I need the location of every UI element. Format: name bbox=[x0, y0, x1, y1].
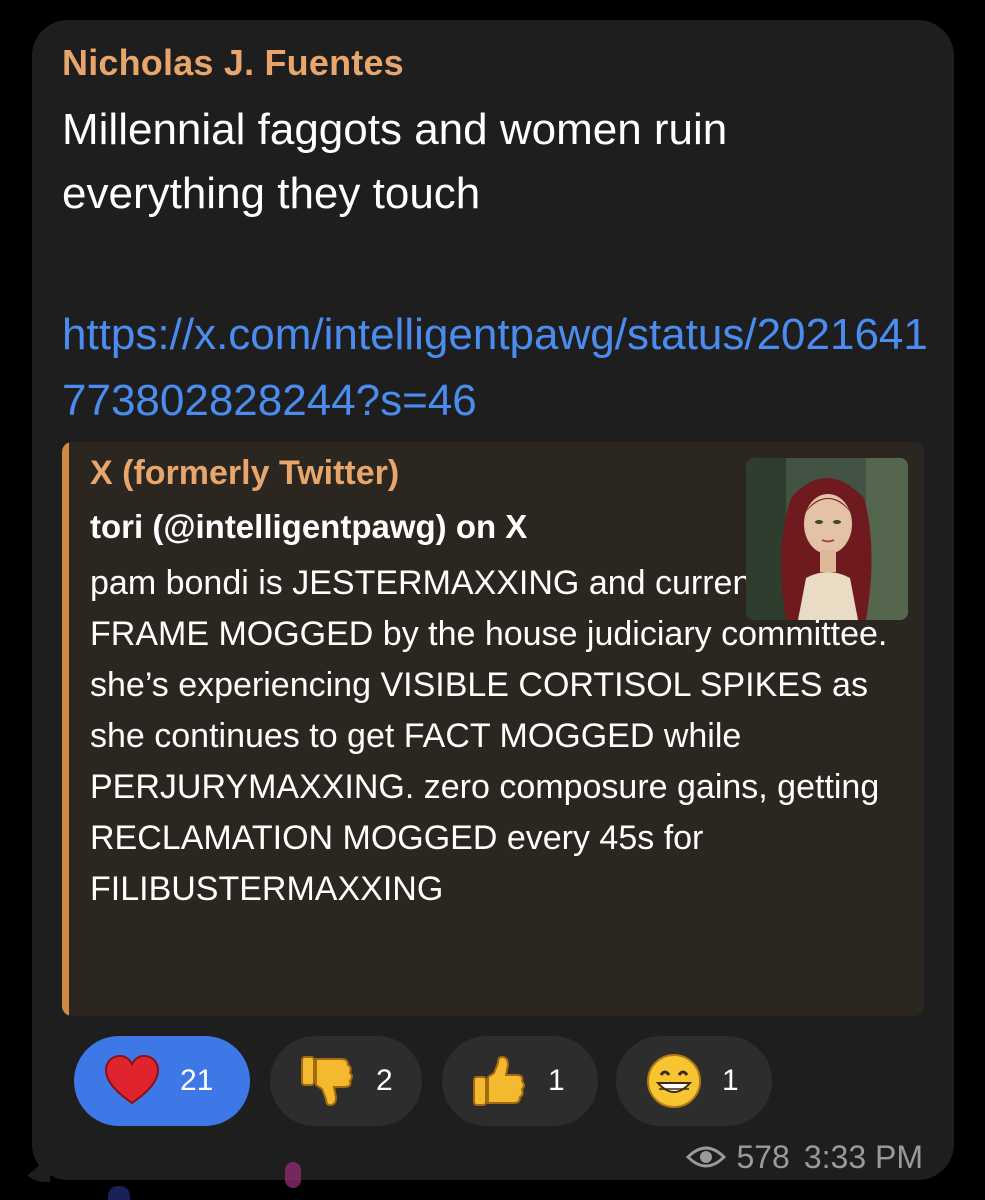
message-footer: 578 3:33 PM bbox=[686, 1137, 923, 1177]
preview-site-name: X (formerly Twitter) bbox=[90, 454, 400, 492]
sender-name[interactable]: Nicholas J. Fuentes bbox=[62, 42, 404, 84]
preview-title: tori (@intelligentpawg) on X bbox=[90, 508, 528, 545]
reaction-heart[interactable]: 21 bbox=[74, 1036, 250, 1126]
partial-reaction-indicator bbox=[285, 1162, 301, 1188]
reaction-thumbs-up[interactable]: 1 bbox=[442, 1036, 598, 1126]
message-text-line: everything they touch bbox=[62, 169, 481, 218]
reaction-thumbs-down[interactable]: 2 bbox=[270, 1036, 422, 1126]
preview-thumbnail[interactable] bbox=[746, 458, 908, 620]
message-time: 3:33 PM bbox=[803, 1138, 923, 1175]
message-link[interactable]: https://x.com/intelligentpawg/status/202… bbox=[62, 302, 932, 434]
reaction-count: 21 bbox=[180, 1064, 214, 1097]
view-count: 578 bbox=[736, 1138, 790, 1175]
link-preview-card[interactable]: X (formerly Twitter) tori (@intelligentp… bbox=[62, 442, 924, 1016]
partial-reaction-indicator bbox=[108, 1186, 130, 1200]
thumbs-up-icon bbox=[473, 1055, 525, 1106]
message-text-line: Millennial faggots and women ruin bbox=[62, 105, 728, 154]
reaction-grin[interactable]: 1 bbox=[616, 1036, 772, 1126]
grinning-face-icon bbox=[647, 1054, 701, 1108]
thumbs-down-icon bbox=[301, 1056, 353, 1107]
avatar-portrait-image bbox=[746, 458, 908, 620]
reaction-count: 1 bbox=[548, 1064, 565, 1097]
message-text: Millennial faggots and women ruin everyt… bbox=[62, 98, 912, 226]
reactions-bar: 21 2 1 1 bbox=[74, 1036, 794, 1126]
eye-icon bbox=[686, 1146, 727, 1168]
red-heart-icon bbox=[104, 1054, 160, 1105]
preview-accent-bar bbox=[62, 442, 69, 1016]
reaction-count: 1 bbox=[722, 1064, 739, 1097]
reaction-count: 2 bbox=[376, 1064, 393, 1097]
